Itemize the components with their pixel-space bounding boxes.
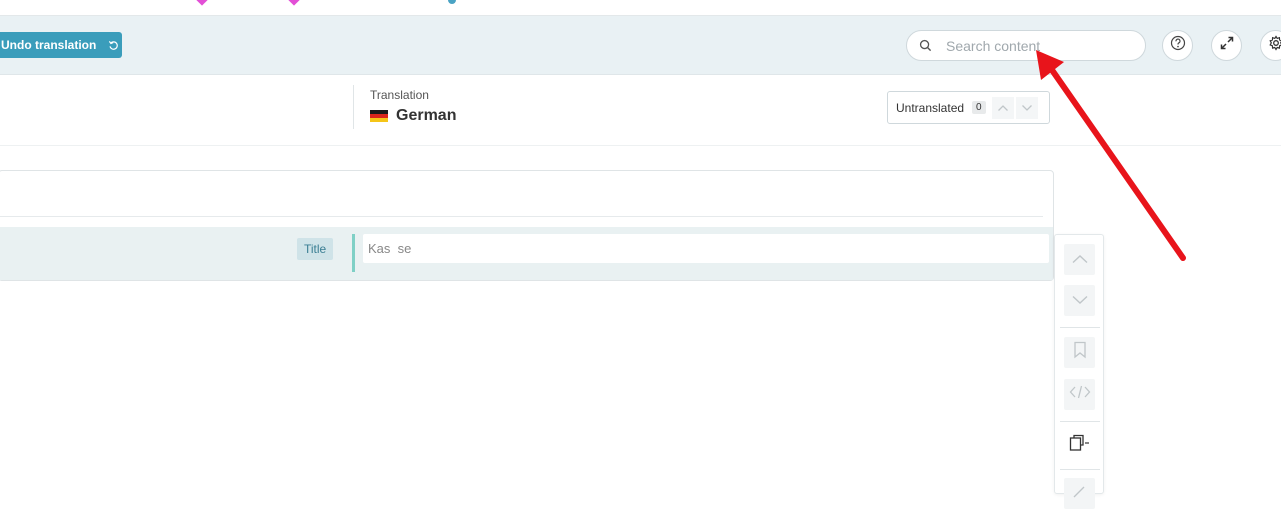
untranslated-filter[interactable]: Untranslated 0 <box>887 91 1050 124</box>
blue-dot-icon <box>448 0 456 4</box>
untranslated-count-badge: 0 <box>972 101 986 114</box>
segment-row[interactable]: Title Kas se <box>0 227 1053 280</box>
field-type-tag: Title <box>297 238 333 260</box>
top-strip <box>0 0 1281 16</box>
panel-divider <box>1060 469 1100 470</box>
translation-header: Translation German Untranslated 0 <box>0 76 1281 146</box>
pink-diamond-icon <box>288 0 299 6</box>
copy-source-button[interactable] <box>1064 430 1095 461</box>
segment-actions-panel <box>1054 234 1104 494</box>
edit-button[interactable] <box>1064 478 1095 509</box>
code-button[interactable] <box>1064 379 1095 410</box>
active-indicator <box>352 234 355 272</box>
expand-icon <box>1219 35 1235 56</box>
pen-icon <box>1072 483 1088 504</box>
translation-label: Translation <box>370 88 429 102</box>
help-icon <box>1170 35 1186 56</box>
search-box[interactable] <box>906 30 1146 61</box>
help-button[interactable] <box>1162 30 1193 61</box>
move-down-button[interactable] <box>1064 285 1095 316</box>
target-language: German <box>370 107 456 125</box>
language-name: German <box>396 107 456 125</box>
chevron-down-icon <box>1021 99 1033 117</box>
chevron-down-icon <box>1071 292 1089 310</box>
undo-icon <box>108 40 119 51</box>
previous-untranslated-button[interactable] <box>992 97 1014 119</box>
translation-input[interactable]: Kas se <box>363 234 1049 263</box>
panel-divider <box>1060 327 1100 328</box>
settings-button[interactable] <box>1260 30 1281 61</box>
copy-icon <box>1069 434 1091 457</box>
bookmark-icon <box>1073 341 1087 364</box>
flag-de-icon <box>370 110 388 122</box>
code-icon <box>1069 385 1091 404</box>
next-untranslated-button[interactable] <box>1016 97 1038 119</box>
undo-translation-button[interactable]: Undo translation <box>0 32 122 58</box>
divider <box>0 216 1043 217</box>
gear-icon <box>1268 35 1281 56</box>
panel-divider <box>1060 421 1100 422</box>
filter-label: Untranslated <box>896 101 964 115</box>
column-divider <box>353 85 354 129</box>
segment-card: Title Kas se <box>0 170 1054 281</box>
chevron-up-icon <box>997 99 1009 117</box>
toolbar: Undo translation <box>0 16 1281 75</box>
search-input[interactable] <box>946 38 1126 54</box>
search-icon <box>919 39 932 52</box>
undo-translation-label: Undo translation <box>1 38 96 52</box>
fullscreen-button[interactable] <box>1211 30 1242 61</box>
move-up-button[interactable] <box>1064 244 1095 275</box>
bookmark-button[interactable] <box>1064 337 1095 368</box>
pink-diamond-icon <box>196 0 207 6</box>
chevron-up-icon <box>1071 251 1089 269</box>
